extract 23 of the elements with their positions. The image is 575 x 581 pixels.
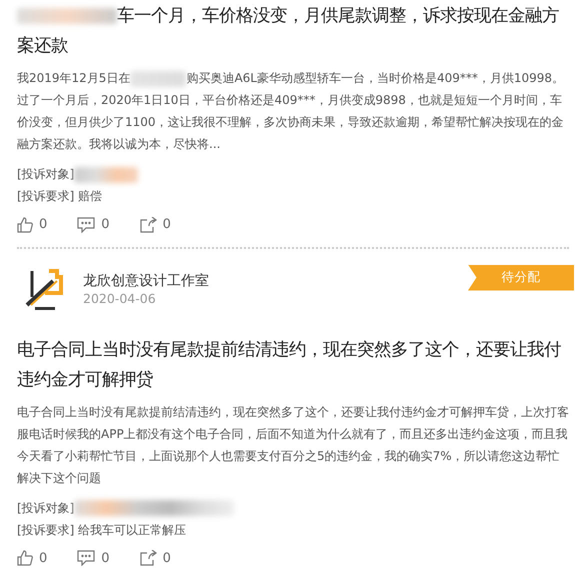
author-name: 龙欣创意设计工作室 [83,272,209,290]
complaint-target-label: [投诉对象] [17,500,234,514]
complaint-request: [投诉要求] 赔偿 [17,189,102,203]
thumbs-up-icon[interactable] [17,216,33,233]
comment-icon[interactable] [77,216,96,233]
complaint-target-label: [投诉对象] [17,167,138,181]
post-title: 车一个月，车价格没变，月供尾款调整，诉求按现在金融方案还款 [17,5,560,58]
share-count: 0 [162,550,171,568]
comment-count: 0 [101,216,110,234]
share-icon[interactable] [140,550,157,566]
comment-icon[interactable] [77,550,96,566]
thumbs-up-icon[interactable] [17,550,33,566]
post-title: 电子合同上当时没有尾款提前结清违约，现在突然多了这个，还要让我付违约金才可解押贷 [17,338,562,392]
status-tag: 待分配 [468,264,574,290]
like-count: 0 [39,216,48,234]
post-body: 我2019年12月5日在 购买奥迪A6L豪华动感型轿车一台，当时价格是409***，月供10998。过了一个月后，2020年1日10日，平台价格还是409***，月供变成9898，也就是短短一个月时间，车价没变，但月供少了1100，这让我很不理解，多次协商未果，导致还款逾期，希望帮忙解决按现在的金融方案还款。我将以诚为本，尽快将... [17,70,566,153]
comment-count: 0 [101,550,110,568]
share-count: 0 [162,216,171,234]
like-count: 0 [39,550,48,568]
share-icon[interactable] [140,216,157,233]
complaint-request: [投诉要求] 给我车可以正常解压 [17,522,186,536]
post-date: 2020-04-06 [83,290,157,308]
post-body: 电子合同上当时没有尾款提前结清违约，现在突然多了这个，还要让我付违约金才可解押车贷，上次打客服电话时候我的APP上都没有这个电子合同，后面不知道为什么就有了，而且还多出违约金这项，而且我今天看了小莉帮忙节目，上面说那个人也需要支付百分之5的违约金，我的确实7%，所以请您这边帮忙解决下这个问题 [17,404,569,486]
